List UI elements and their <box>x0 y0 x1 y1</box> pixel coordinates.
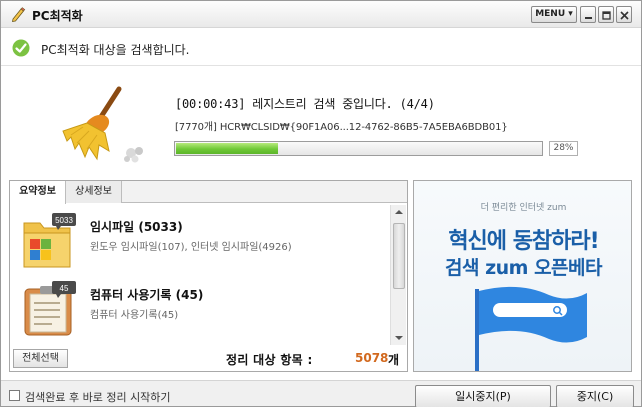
broom-icon <box>62 86 143 163</box>
progress-fill <box>176 143 278 154</box>
tab-bar: 요약정보 상세정보 <box>10 181 407 204</box>
status-header: PC최적화 대상을 검색합니다. <box>1 29 641 66</box>
title-bar[interactable]: PC최적화 MENU ▾ <box>1 1 641 28</box>
scroll-down-arrow-icon[interactable] <box>391 331 407 345</box>
item-badge: 45 <box>60 284 69 293</box>
minimize-button[interactable] <box>580 6 596 23</box>
minimize-icon <box>585 17 592 19</box>
ad-banner[interactable]: 더 편리한 인터넷 zum 혁신에 동참하라! 검색 zum 오픈베타 <box>413 180 632 372</box>
menu-button[interactable]: MENU ▾ <box>531 6 577 23</box>
list-item-usage-history[interactable]: 45 컴퓨터 사용기록 (45) 컴퓨터 사용기록(45) <box>22 279 387 341</box>
auto-clean-checkbox[interactable] <box>9 390 20 401</box>
scroll-up-arrow-icon[interactable] <box>391 205 407 219</box>
pause-button[interactable]: 일시중지(P) <box>415 385 551 407</box>
item-subtitle: 윈도우 임시파일(107), 인터넷 임시파일(4926) <box>90 242 292 253</box>
item-subtitle: 컴퓨터 사용기록(45) <box>90 310 179 321</box>
auto-clean-label[interactable]: 검색완료 후 바로 정리 시작하기 <box>25 389 171 405</box>
total-value: 5078 <box>355 351 389 365</box>
scroll-thumb[interactable] <box>393 223 405 289</box>
maximize-icon <box>602 11 611 20</box>
maximize-button[interactable] <box>598 6 614 23</box>
app-window: PC최적화 MENU ▾ PC최적화 대상을 검색합니다. [00:00:43]… <box>0 0 642 407</box>
tab-summary[interactable]: 요약정보 <box>10 181 66 204</box>
ad-headline-2: 검색 zum 오픈베타 <box>445 257 603 279</box>
list-item-temp-files[interactable]: 5033 임시파일 (5033) 윈도우 임시파일(107), 인터넷 임시파일… <box>22 211 387 273</box>
close-button[interactable] <box>616 6 632 23</box>
progress-percent: 28% <box>549 141 578 156</box>
temp-files-folder-icon: 5033 <box>23 213 76 268</box>
item-badge: 5033 <box>55 216 73 225</box>
item-title: 컴퓨터 사용기록 (45) <box>90 288 204 302</box>
ad-tagline: 더 편리한 인터넷 zum <box>480 203 567 213</box>
pencil-icon <box>11 7 26 22</box>
select-all-button[interactable]: 전체선택 <box>13 349 68 368</box>
flag-icon <box>475 286 587 371</box>
ad-headline-1: 혁신에 동참하라! <box>448 229 599 254</box>
list-scrollbar[interactable] <box>390 205 406 345</box>
scan-progress-bar <box>174 141 543 156</box>
tab-detail[interactable]: 상세정보 <box>66 181 122 203</box>
scan-current-path: [7770개] HCR₩CLSID₩{90F1A06...12-4762-86B… <box>175 122 508 133</box>
scan-status-title: [00:00:43] 레지스트리 검색 중입니다. (4/4) <box>175 97 435 111</box>
close-icon <box>620 11 629 20</box>
bottom-bar: 검색완료 후 바로 정리 시작하기 일시중지(P) 중지(C) <box>1 380 641 407</box>
checkmark-icon <box>12 39 30 57</box>
stop-button[interactable]: 중지(C) <box>556 385 634 407</box>
usage-history-clipboard-icon: 45 <box>24 281 76 336</box>
item-title: 임시파일 (5033) <box>90 220 183 234</box>
total-label: 정리 대상 항목 : <box>226 353 313 367</box>
total-unit: 개 <box>388 353 400 367</box>
results-panel: 요약정보 상세정보 5033 임시파일 (5033) 윈도우 임시파일(107)… <box>9 180 408 372</box>
status-message: PC최적화 대상을 검색합니다. <box>41 43 190 57</box>
window-title: PC최적화 <box>32 9 83 23</box>
